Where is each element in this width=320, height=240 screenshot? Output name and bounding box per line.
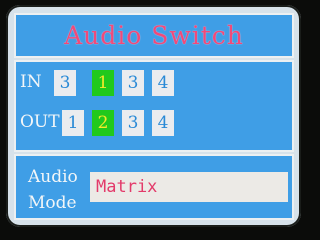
audio-mode-panel: Audio Mode Matrix [14, 154, 294, 220]
audio-mode-label-line1: Audio [28, 167, 78, 187]
in-cell-4[interactable]: 4 [152, 70, 174, 96]
out-cell-3[interactable]: 3 [122, 110, 144, 136]
routing-matrix-panel: IN 3 1 3 4 OUT 1 2 3 4 [14, 60, 294, 152]
screen-title: Audio Switch [64, 21, 244, 50]
in-cell-1[interactable]: 3 [54, 70, 76, 96]
out-cell-4[interactable]: 4 [152, 110, 174, 136]
in-row-label: IN [20, 72, 42, 92]
audio-mode-label-line2: Mode [28, 193, 77, 213]
audio-mode-label: Audio Mode [28, 164, 88, 216]
in-cell-3[interactable]: 3 [122, 70, 144, 96]
audio-mode-value[interactable]: Matrix [90, 172, 288, 202]
lcd-screen: Audio Switch IN 3 1 3 4 OUT 1 2 3 4 Audi… [6, 5, 301, 227]
in-cell-2[interactable]: 1 [92, 70, 114, 96]
out-row-label: OUT [20, 112, 60, 132]
out-cell-1[interactable]: 1 [62, 110, 84, 136]
title-bar: Audio Switch [14, 13, 294, 58]
out-cell-2[interactable]: 2 [92, 110, 114, 136]
